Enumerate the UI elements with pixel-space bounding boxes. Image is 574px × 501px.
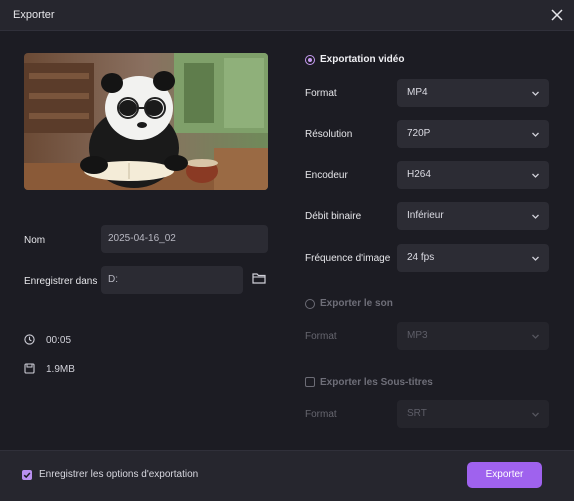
format-select[interactable]: MP4 — [397, 79, 549, 107]
chevron-down-icon — [531, 89, 540, 98]
audio-format-label: Format — [305, 331, 337, 342]
resolution-label: Résolution — [305, 129, 353, 140]
chevron-down-icon — [531, 171, 540, 180]
audio-export-radio[interactable] — [305, 299, 315, 309]
file-size-icon — [24, 363, 35, 374]
audio-format-select: MP3 — [397, 322, 549, 350]
audio-export-label: Exporter le son — [320, 298, 393, 309]
framerate-select[interactable]: 24 fps — [397, 244, 549, 272]
file-size-value: 1.9MB — [46, 364, 75, 375]
encoder-select[interactable]: H264 — [397, 161, 549, 189]
name-label: Nom — [24, 235, 46, 246]
bitrate-value: Inférieur — [407, 210, 444, 221]
subtitles-export-checkbox[interactable] — [305, 377, 315, 387]
folder-icon[interactable] — [252, 272, 266, 284]
save-location-input[interactable]: D: — [101, 266, 243, 294]
resolution-value: 720P — [407, 128, 431, 139]
chevron-down-icon — [531, 254, 540, 263]
bitrate-label: Débit binaire — [305, 211, 362, 222]
checkmark-icon — [23, 472, 31, 479]
subtitles-format-label: Format — [305, 409, 337, 420]
chevron-down-icon — [531, 212, 540, 221]
bitrate-select[interactable]: Inférieur — [397, 202, 549, 230]
remember-options-label: Enregistrer les options d'exportation — [39, 469, 199, 480]
video-thumbnail — [24, 53, 268, 190]
format-value: MP4 — [407, 87, 428, 98]
duration-value: 00:05 — [46, 335, 72, 346]
chevron-down-icon — [531, 332, 540, 341]
window-title: Exporter — [13, 9, 55, 21]
encoder-value: H264 — [407, 169, 431, 180]
video-export-radio[interactable] — [305, 55, 315, 65]
format-label: Format — [305, 88, 337, 99]
clock-icon — [24, 334, 35, 345]
save-location-label: Enregistrer dans — [24, 276, 98, 287]
resolution-select[interactable]: 720P — [397, 120, 549, 148]
subtitles-format-value: SRT — [407, 408, 427, 419]
chevron-down-icon — [531, 410, 540, 419]
subtitles-export-label: Exporter les Sous-titres — [320, 377, 433, 388]
remember-options-checkbox[interactable] — [22, 470, 32, 480]
video-export-label: Exportation vidéo — [320, 54, 405, 65]
close-icon[interactable] — [548, 6, 566, 24]
framerate-label: Fréquence d'image — [305, 253, 391, 264]
framerate-value: 24 fps — [407, 252, 435, 263]
encoder-label: Encodeur — [305, 170, 348, 181]
chevron-down-icon — [531, 130, 540, 139]
export-button[interactable]: Exporter — [467, 462, 542, 488]
audio-format-value: MP3 — [407, 330, 428, 341]
title-bar: Exporter — [0, 0, 574, 31]
subtitles-format-select: SRT — [397, 400, 549, 428]
name-input[interactable]: 2025-04-16_02 — [101, 225, 268, 253]
